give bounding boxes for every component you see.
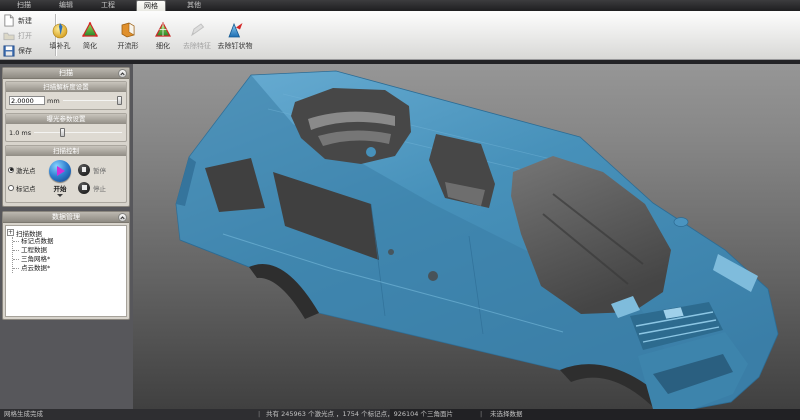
resolution-group: 扫描解析度设置 mm — [5, 81, 127, 110]
data-panel-collapse-button[interactable] — [118, 213, 127, 222]
stop-button[interactable]: 停止 — [78, 182, 124, 194]
pause-icon — [82, 167, 86, 172]
remove-spikes-icon — [226, 21, 244, 39]
stop-label: 停止 — [93, 183, 106, 193]
open-button-label: 打开 — [18, 31, 32, 41]
exposure-slider[interactable] — [33, 128, 123, 137]
laser-point-label: 激光点 — [16, 165, 36, 175]
play-icon — [57, 166, 65, 176]
slider-track — [34, 132, 122, 133]
chevron-up-icon — [120, 72, 124, 76]
exposure-group: 曝光参数设置 1.0 ms — [5, 113, 127, 142]
status-separator: | — [258, 409, 260, 420]
ribbon-toolbar: 新建 打开 保存 填补孔 简化 — [0, 11, 800, 60]
start-label: 开始 — [54, 183, 67, 193]
tree-item-project-data[interactable]: 工程数据 — [13, 246, 125, 255]
slider-track — [63, 100, 122, 101]
car-scan-mesh[interactable] — [176, 71, 778, 409]
car-scan-canvas[interactable] — [133, 64, 800, 409]
marker-point-radio[interactable]: 标记点 — [8, 183, 44, 193]
tree-item-triangle-mesh[interactable]: 三角网格* — [13, 255, 125, 264]
data-management-panel: 数据管理 + 扫描数据 标记点数据 工程数据 三角网格* 点云数据* — [2, 211, 130, 320]
application-window: 扫描 编辑 工程 网格 其他 新建 打开 保存 — [0, 0, 800, 420]
refine-label: 细化 — [156, 41, 170, 51]
expand-icon[interactable]: + — [7, 229, 14, 236]
status-counts: 共有 245963 个激光点 ，1754 个标记点，926104 个三角面片 — [266, 409, 453, 420]
scan-control-group: 扫描控制 激光点 标记点 — [5, 145, 127, 203]
tree-item-marker-data[interactable]: 标记点数据 — [13, 237, 125, 246]
radio-icon — [8, 185, 14, 191]
fill-holes-label: 填补孔 — [50, 41, 71, 51]
scan-panel-title: 扫描 — [3, 68, 129, 79]
remove-feature-label: 去除特征 — [183, 41, 211, 51]
save-button-label: 保存 — [18, 46, 32, 56]
resolution-slider-handle[interactable] — [117, 96, 122, 105]
status-bar: 网格生成完成 | 共有 245963 个激光点 ，1754 个标记点，92610… — [0, 409, 800, 420]
tab-other[interactable]: 其他 — [180, 0, 208, 11]
exposure-group-header: 曝光参数设置 — [6, 114, 126, 124]
tab-project[interactable]: 工程 — [94, 0, 122, 11]
radio-icon — [8, 167, 14, 173]
pause-button[interactable]: 暂停 — [78, 164, 124, 176]
data-panel-title: 数据管理 — [3, 212, 129, 223]
exposure-slider-handle[interactable] — [60, 128, 65, 137]
scan-panel-collapse-button[interactable] — [118, 69, 127, 78]
tree-item-point-cloud[interactable]: 点云数据* — [13, 264, 125, 273]
scan-control-header: 扫描控制 — [6, 146, 126, 156]
tab-mesh[interactable]: 网格 — [136, 0, 166, 11]
new-file-icon — [3, 14, 15, 27]
data-tree: + 扫描数据 标记点数据 工程数据 三角网格* 点云数据* — [5, 225, 127, 317]
resolution-group-header: 扫描解析度设置 — [6, 82, 126, 92]
data-panel-header: 数据管理 — [3, 212, 129, 223]
scan-panel-header: 扫描 — [3, 68, 129, 79]
status-selection: 未选择数据 — [490, 409, 523, 420]
status-message: 网格生成完成 — [4, 409, 43, 420]
resolution-slider[interactable] — [62, 96, 123, 105]
menu-tab-bar: 扫描 编辑 工程 网格 其他 — [0, 0, 800, 11]
open-folder-icon — [3, 30, 15, 42]
fill-holes-icon — [51, 21, 69, 39]
scan-panel: 扫描 扫描解析度设置 mm — [2, 67, 130, 207]
save-disk-icon — [3, 45, 15, 57]
resolution-unit-label: mm — [47, 97, 60, 105]
tab-scan[interactable]: 扫描 — [10, 0, 38, 11]
tree-root-label: 扫描数据 — [16, 228, 42, 238]
laser-point-radio[interactable]: 激光点 — [8, 165, 44, 175]
remove-spikes-label: 去除钉状物 — [218, 41, 253, 51]
tab-edit[interactable]: 编辑 — [52, 0, 80, 11]
refine-icon — [154, 21, 172, 39]
resolution-input[interactable] — [9, 96, 45, 105]
simplify-button[interactable]: 简化 — [70, 21, 110, 51]
chevron-up-icon — [120, 216, 124, 220]
manifold-button[interactable]: 开流形 — [108, 21, 148, 51]
start-scan-button[interactable] — [49, 160, 71, 182]
marker-point-label: 标记点 — [16, 183, 36, 193]
caret-down-icon[interactable] — [57, 194, 63, 197]
status-separator: | — [480, 409, 482, 420]
manifold-icon — [119, 21, 137, 39]
viewport-3d[interactable] — [133, 64, 800, 409]
exposure-value-label: 1.0 ms — [9, 129, 31, 137]
pause-label: 暂停 — [93, 165, 106, 175]
remove-feature-icon — [188, 21, 206, 39]
manifold-label: 开流形 — [118, 41, 139, 51]
tree-root-scan-data[interactable]: + 扫描数据 — [7, 228, 125, 237]
left-sidebar: 扫描 扫描解析度设置 mm — [0, 64, 133, 409]
new-button-label: 新建 — [18, 16, 32, 26]
remove-spikes-button[interactable]: 去除钉状物 — [211, 21, 259, 51]
simplify-label: 简化 — [83, 41, 97, 51]
simplify-icon — [81, 21, 99, 39]
stop-icon — [82, 185, 87, 190]
